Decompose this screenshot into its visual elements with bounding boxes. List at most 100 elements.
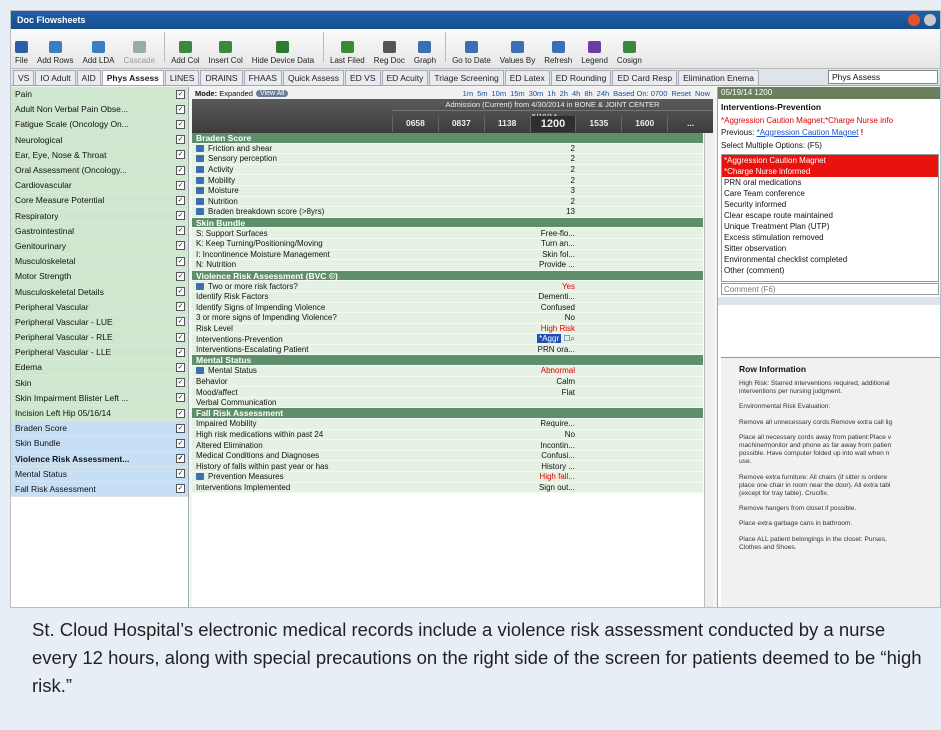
- group-checkbox[interactable]: ✓: [176, 135, 185, 145]
- toolbar-button[interactable]: Graph: [414, 41, 436, 65]
- time-column-header[interactable]: 0837: [437, 116, 484, 132]
- flowsheet-row[interactable]: S: Support Surfaces Free-flo...: [192, 228, 703, 239]
- group-list-item[interactable]: Genitourinary ✓: [11, 238, 188, 255]
- row-value-1200[interactable]: Calm: [482, 377, 577, 386]
- interval-option[interactable]: 8h: [584, 89, 592, 98]
- flowsheet-tab[interactable]: ED Card Resp: [612, 70, 678, 85]
- row-value-1200[interactable]: Abnormal: [482, 366, 577, 375]
- group-checkbox[interactable]: ✓: [176, 317, 185, 327]
- group-list-item[interactable]: Mental Status ✓: [11, 466, 188, 482]
- flowsheet-row[interactable]: Friction and shear 2: [192, 143, 703, 155]
- group-list-item[interactable]: Adult Non Verbal Pain Obse... ✓: [11, 102, 188, 118]
- toolbar-button[interactable]: Reg Doc: [374, 41, 405, 65]
- group-list-item[interactable]: Cardiovascular ✓: [11, 178, 188, 194]
- toolbar-button[interactable]: Cascade: [124, 41, 155, 65]
- interval-option[interactable]: 10m: [492, 89, 507, 98]
- toolbar-button[interactable]: Hide Device Data: [252, 41, 314, 65]
- time-column-header[interactable]: 1600: [621, 116, 667, 132]
- comment-field[interactable]: Comment (F6): [721, 283, 939, 295]
- group-checkbox[interactable]: ✓: [176, 119, 185, 129]
- row-value-1200[interactable]: *Aggr ☐⌕: [482, 334, 577, 344]
- group-list-item[interactable]: Skin Bundle ✓: [11, 436, 188, 452]
- row-value-1200[interactable]: No: [482, 313, 577, 322]
- group-list-item[interactable]: Fall Risk Assessment ✓: [11, 481, 188, 498]
- row-value-1200[interactable]: Yes: [482, 282, 577, 291]
- time-column-header[interactable]: 1200: [529, 116, 576, 132]
- group-checkbox[interactable]: ✓: [176, 89, 185, 99]
- flowsheet-row[interactable]: Identify Signs of Impending Violence Conf…: [192, 302, 703, 314]
- interval-option[interactable]: Reset: [671, 89, 691, 98]
- group-list-item[interactable]: Core Measure Potential ✓: [11, 193, 188, 209]
- row-value-1200[interactable]: High Risk: [482, 324, 577, 333]
- row-value-1200[interactable]: Provide ...: [482, 260, 577, 269]
- group-list-item[interactable]: Oral Assessment (Oncology... ✓: [11, 162, 188, 179]
- row-value-1200[interactable]: Confused: [482, 303, 577, 312]
- section-header[interactable]: Braden Score: [192, 133, 703, 144]
- interval-option[interactable]: 1m: [463, 89, 473, 98]
- group-list-item[interactable]: Peripheral Vascular - LLE ✓: [11, 345, 188, 361]
- panel-splitter[interactable]: [718, 297, 940, 305]
- toolbar-button[interactable]: Last Filed: [330, 41, 365, 65]
- flowsheet-row[interactable]: 3 or more signs of Impending Violence? No: [192, 313, 703, 324]
- flowsheet-tab[interactable]: AID: [76, 70, 101, 85]
- group-list-item[interactable]: Peripheral Vascular ✓: [11, 299, 188, 315]
- toolbar-button[interactable]: Add Rows: [37, 41, 73, 65]
- search-icon[interactable]: ☐⌕: [561, 334, 575, 343]
- section-header[interactable]: Mental Status: [192, 355, 703, 367]
- flowsheet-tab[interactable]: DRAINS: [200, 70, 243, 85]
- help-icon[interactable]: [908, 14, 920, 26]
- intervention-option[interactable]: Excess stimulation removed: [722, 232, 938, 243]
- flowsheet-row[interactable]: Braden breakdown score (>8yrs) 13: [192, 207, 703, 218]
- flowsheet-row[interactable]: Moisture 3: [192, 185, 703, 197]
- close-icon[interactable]: [924, 14, 936, 26]
- group-checkbox[interactable]: ✓: [176, 271, 185, 281]
- flowsheet-row[interactable]: Sensory perception 2: [192, 154, 703, 165]
- row-value-1200[interactable]: Sign out...: [482, 483, 577, 492]
- row-value-1200[interactable]: Require...: [482, 419, 577, 428]
- flowsheet-tab[interactable]: Triage Screening: [429, 70, 504, 85]
- flowsheet-tab[interactable]: ED VS: [344, 70, 381, 85]
- interval-option[interactable]: 2h: [560, 89, 568, 98]
- intervention-option[interactable]: Clear escape route maintained: [722, 210, 938, 221]
- group-checkbox[interactable]: ✓: [176, 484, 185, 494]
- flowsheet-row[interactable]: Nutrition 2: [192, 196, 703, 208]
- intervention-option[interactable]: *Charge Nurse informed: [722, 166, 938, 177]
- row-value-1200[interactable]: Confusi...: [482, 451, 577, 460]
- flowsheet-row[interactable]: Altered Elimination Incontin...: [192, 440, 703, 451]
- row-value-1200[interactable]: 2: [482, 165, 577, 174]
- row-value-1200[interactable]: 2: [482, 176, 577, 185]
- interval-option[interactable]: 5m: [477, 89, 487, 98]
- flowsheet-tab[interactable]: FHAAS: [243, 70, 282, 85]
- group-list-item[interactable]: Incision Left Hip 05/16/14 ✓: [11, 405, 188, 422]
- flowsheet-row[interactable]: Behavior Calm: [192, 376, 703, 388]
- interval-option[interactable]: Based On: 0700: [613, 89, 667, 98]
- group-checkbox[interactable]: ✓: [176, 241, 185, 251]
- grid-scrollbar[interactable]: [704, 133, 713, 607]
- group-checkbox[interactable]: ✓: [176, 256, 185, 266]
- group-checkbox[interactable]: ✓: [176, 378, 185, 388]
- row-value-1200[interactable]: Flat: [482, 388, 577, 397]
- flowsheet-select[interactable]: Phys Assess: [828, 70, 938, 84]
- group-list-item[interactable]: Gastrointestinal ✓: [11, 223, 188, 239]
- intervention-option[interactable]: PRN oral medications: [722, 177, 938, 188]
- flowsheet-row[interactable]: Mobility 2: [192, 175, 703, 186]
- group-checkbox[interactable]: ✓: [176, 393, 185, 403]
- flowsheet-row[interactable]: I: Incontinence Moisture Management Skin …: [192, 249, 703, 261]
- flowsheet-tab[interactable]: VS: [13, 70, 35, 85]
- flowsheet-row[interactable]: High risk medications within past 24 No: [192, 429, 703, 441]
- toolbar-button[interactable]: Cosign: [617, 41, 642, 65]
- flowsheet-tab[interactable]: ED Rounding: [550, 70, 612, 85]
- group-checkbox[interactable]: ✓: [176, 150, 185, 160]
- flowsheet-row[interactable]: Impaired Mobility Require...: [192, 419, 703, 430]
- toolbar-button[interactable]: Legend: [581, 41, 608, 65]
- flowsheet-row[interactable]: Two or more risk factors? Yes: [192, 281, 703, 292]
- row-value-1200[interactable]: Turn an...: [482, 239, 577, 248]
- group-checkbox[interactable]: ✓: [176, 454, 185, 464]
- row-value-1200[interactable]: 2: [482, 144, 577, 153]
- group-checkbox[interactable]: ✓: [176, 302, 185, 312]
- group-checkbox[interactable]: ✓: [176, 362, 185, 372]
- toolbar-button[interactable]: Go to Date: [452, 41, 491, 65]
- toolbar-button[interactable]: Insert Col: [209, 41, 243, 65]
- flowsheet-row[interactable]: Prevention Measures High fall...: [192, 472, 703, 483]
- row-value-1200[interactable]: 2: [482, 197, 577, 206]
